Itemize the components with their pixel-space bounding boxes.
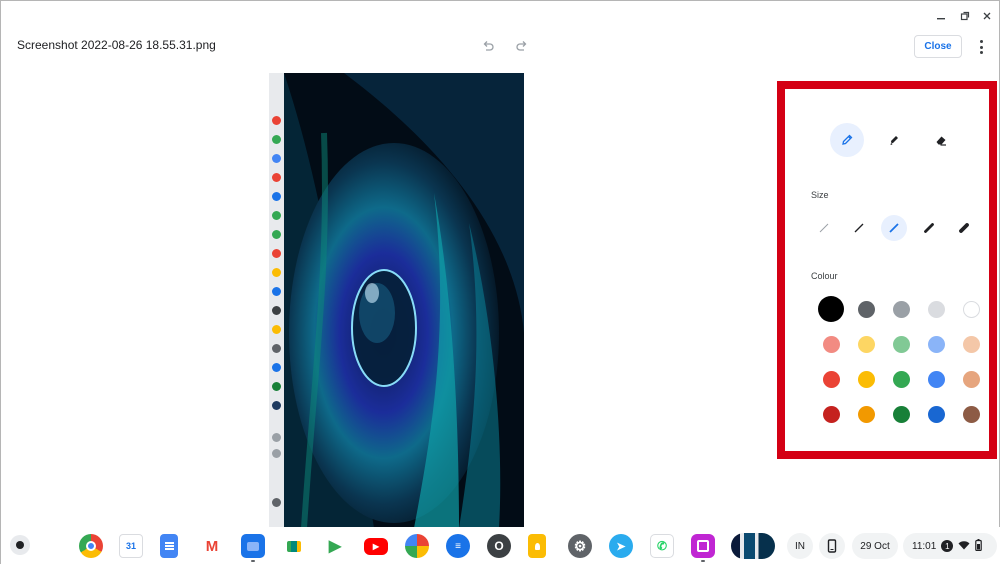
size-label: Size: [811, 190, 829, 200]
mini-app-icon: [272, 249, 281, 258]
battery-icon: [975, 538, 983, 554]
mini-app-icon: [272, 363, 281, 372]
mini-app-icon: [272, 211, 281, 220]
redo-icon[interactable]: [514, 38, 530, 54]
wifi-icon: [958, 540, 970, 553]
keep-icon[interactable]: [528, 534, 546, 558]
size-extra-thin[interactable]: [811, 215, 837, 241]
size-extra-thick[interactable]: [951, 215, 977, 241]
status-tray[interactable]: 11:01 1: [903, 533, 997, 559]
docs-icon[interactable]: [160, 534, 178, 558]
mini-app-icon: [272, 382, 281, 391]
colour-swatch[interactable]: [892, 405, 910, 423]
chrome-icon[interactable]: [79, 534, 103, 558]
mini-app-icon: [272, 306, 281, 315]
mini-app-icon: [272, 154, 281, 163]
mini-app-icon: [272, 498, 281, 507]
phone-hub-icon[interactable]: [819, 533, 845, 559]
running-indicator: [251, 560, 255, 562]
colour-swatch[interactable]: [892, 370, 910, 388]
mini-app-icon: [272, 325, 281, 334]
mini-app-icon: [272, 192, 281, 201]
whatsapp-icon[interactable]: ✆: [650, 534, 674, 558]
colour-swatch[interactable]: [927, 300, 945, 318]
mini-app-icon: [272, 449, 281, 458]
time-label: 11:01: [912, 540, 937, 552]
colour-swatch[interactable]: [892, 335, 910, 353]
close-button[interactable]: Close: [914, 35, 962, 58]
colour-swatch[interactable]: [962, 370, 980, 388]
photos-icon[interactable]: [405, 534, 429, 558]
colour-swatch[interactable]: [857, 370, 875, 388]
colour-swatch[interactable]: [857, 300, 875, 318]
mini-app-icon: [272, 401, 281, 410]
annotation-panel: Size Colour: [785, 89, 989, 451]
mini-app-icon: [272, 173, 281, 182]
o-app-icon[interactable]: O: [487, 534, 511, 558]
colour-swatch[interactable]: [927, 335, 945, 353]
mini-app-icon: [272, 344, 281, 353]
colour-swatch[interactable]: [857, 335, 875, 353]
colour-swatch[interactable]: [857, 405, 875, 423]
highlighter-icon[interactable]: [877, 123, 911, 157]
undo-icon[interactable]: [480, 38, 496, 54]
mini-app-icon: [272, 433, 281, 442]
more-vert-icon[interactable]: [974, 38, 988, 56]
size-thick[interactable]: [916, 215, 942, 241]
calendar-icon[interactable]: 31: [119, 534, 143, 558]
mini-app-icon: [272, 287, 281, 296]
running-indicator: [701, 560, 705, 562]
size-thin[interactable]: [846, 215, 872, 241]
meet-icon[interactable]: [282, 534, 306, 558]
colour-swatch[interactable]: [962, 300, 980, 318]
eraser-icon[interactable]: [924, 123, 958, 157]
notification-count: 1: [941, 540, 954, 552]
colour-swatch[interactable]: [822, 405, 840, 423]
colour-swatch[interactable]: [818, 296, 844, 322]
messages-icon[interactable]: ≡: [446, 534, 470, 558]
peacock-feather-image: [284, 73, 524, 528]
colour-swatch[interactable]: [892, 300, 910, 318]
mini-shelf-strip: [269, 73, 284, 528]
ime-indicator[interactable]: IN: [787, 533, 813, 559]
gallery-window: Screenshot 2022-08-26 18.55.31.png Close: [0, 0, 1000, 564]
file-title: Screenshot 2022-08-26 18.55.31.png: [17, 38, 216, 52]
mini-app-icon: [272, 230, 281, 239]
date-tray[interactable]: 29 Oct: [852, 533, 898, 559]
gmail-icon[interactable]: M: [200, 534, 224, 558]
close-icon[interactable]: [978, 7, 996, 25]
colour-swatch[interactable]: [927, 370, 945, 388]
colour-swatch[interactable]: [962, 405, 980, 423]
telegram-icon[interactable]: ➤: [609, 534, 633, 558]
shelf: 31 M ▶ ▶ ≡ O ⚙ ➤ ✆ IN 29 Oct 11:01 1: [1, 527, 1000, 564]
screenshot-image[interactable]: [269, 73, 524, 528]
mini-app-icon: [272, 135, 281, 144]
colour-swatch[interactable]: [962, 335, 980, 353]
settings-icon[interactable]: ⚙: [568, 534, 592, 558]
pen-icon[interactable]: [830, 123, 864, 157]
colour-label: Colour: [811, 271, 838, 281]
gallery-preview-icon[interactable]: [731, 533, 775, 559]
size-medium[interactable]: [881, 215, 907, 241]
minimize-icon[interactable]: [932, 7, 950, 25]
restore-icon[interactable]: [956, 7, 974, 25]
launcher-icon[interactable]: [10, 535, 30, 555]
mini-app-icon: [272, 268, 281, 277]
youtube-icon[interactable]: ▶: [364, 538, 388, 555]
mini-app-icon: [272, 116, 281, 125]
screenshot-app-icon[interactable]: [691, 534, 715, 558]
colour-swatch[interactable]: [822, 370, 840, 388]
colour-swatch[interactable]: [822, 335, 840, 353]
files-icon[interactable]: [241, 534, 265, 558]
play-store-icon[interactable]: ▶: [323, 534, 347, 558]
colour-swatch[interactable]: [927, 405, 945, 423]
annotation-panel-highlight: Size Colour: [777, 81, 997, 459]
